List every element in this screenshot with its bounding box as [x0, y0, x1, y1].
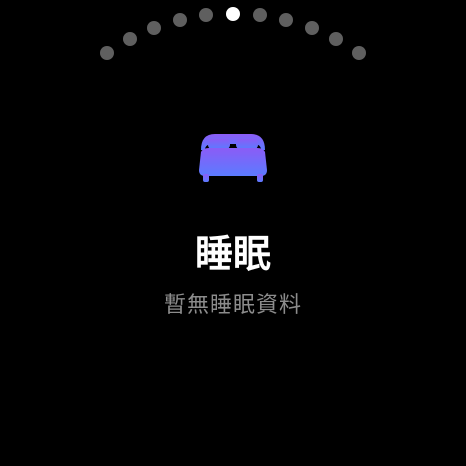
page-dot	[253, 8, 267, 22]
page-dot-active	[226, 7, 240, 21]
page-dot	[199, 8, 213, 22]
watch-screen: 睡眠 暫無睡眠資料	[0, 0, 466, 466]
page-dot	[173, 13, 187, 27]
page-dot	[123, 32, 137, 46]
sleep-title: 睡眠	[194, 232, 271, 276]
page-dot	[100, 46, 114, 60]
page-indicator	[0, 0, 466, 80]
page-dot	[305, 21, 319, 35]
page-dot	[279, 13, 293, 27]
bed-icon	[195, 130, 271, 186]
page-dot	[147, 21, 161, 35]
page-dot	[329, 32, 343, 46]
no-sleep-data-message: 暫無睡眠資料	[163, 293, 302, 318]
page-dot	[352, 46, 366, 60]
